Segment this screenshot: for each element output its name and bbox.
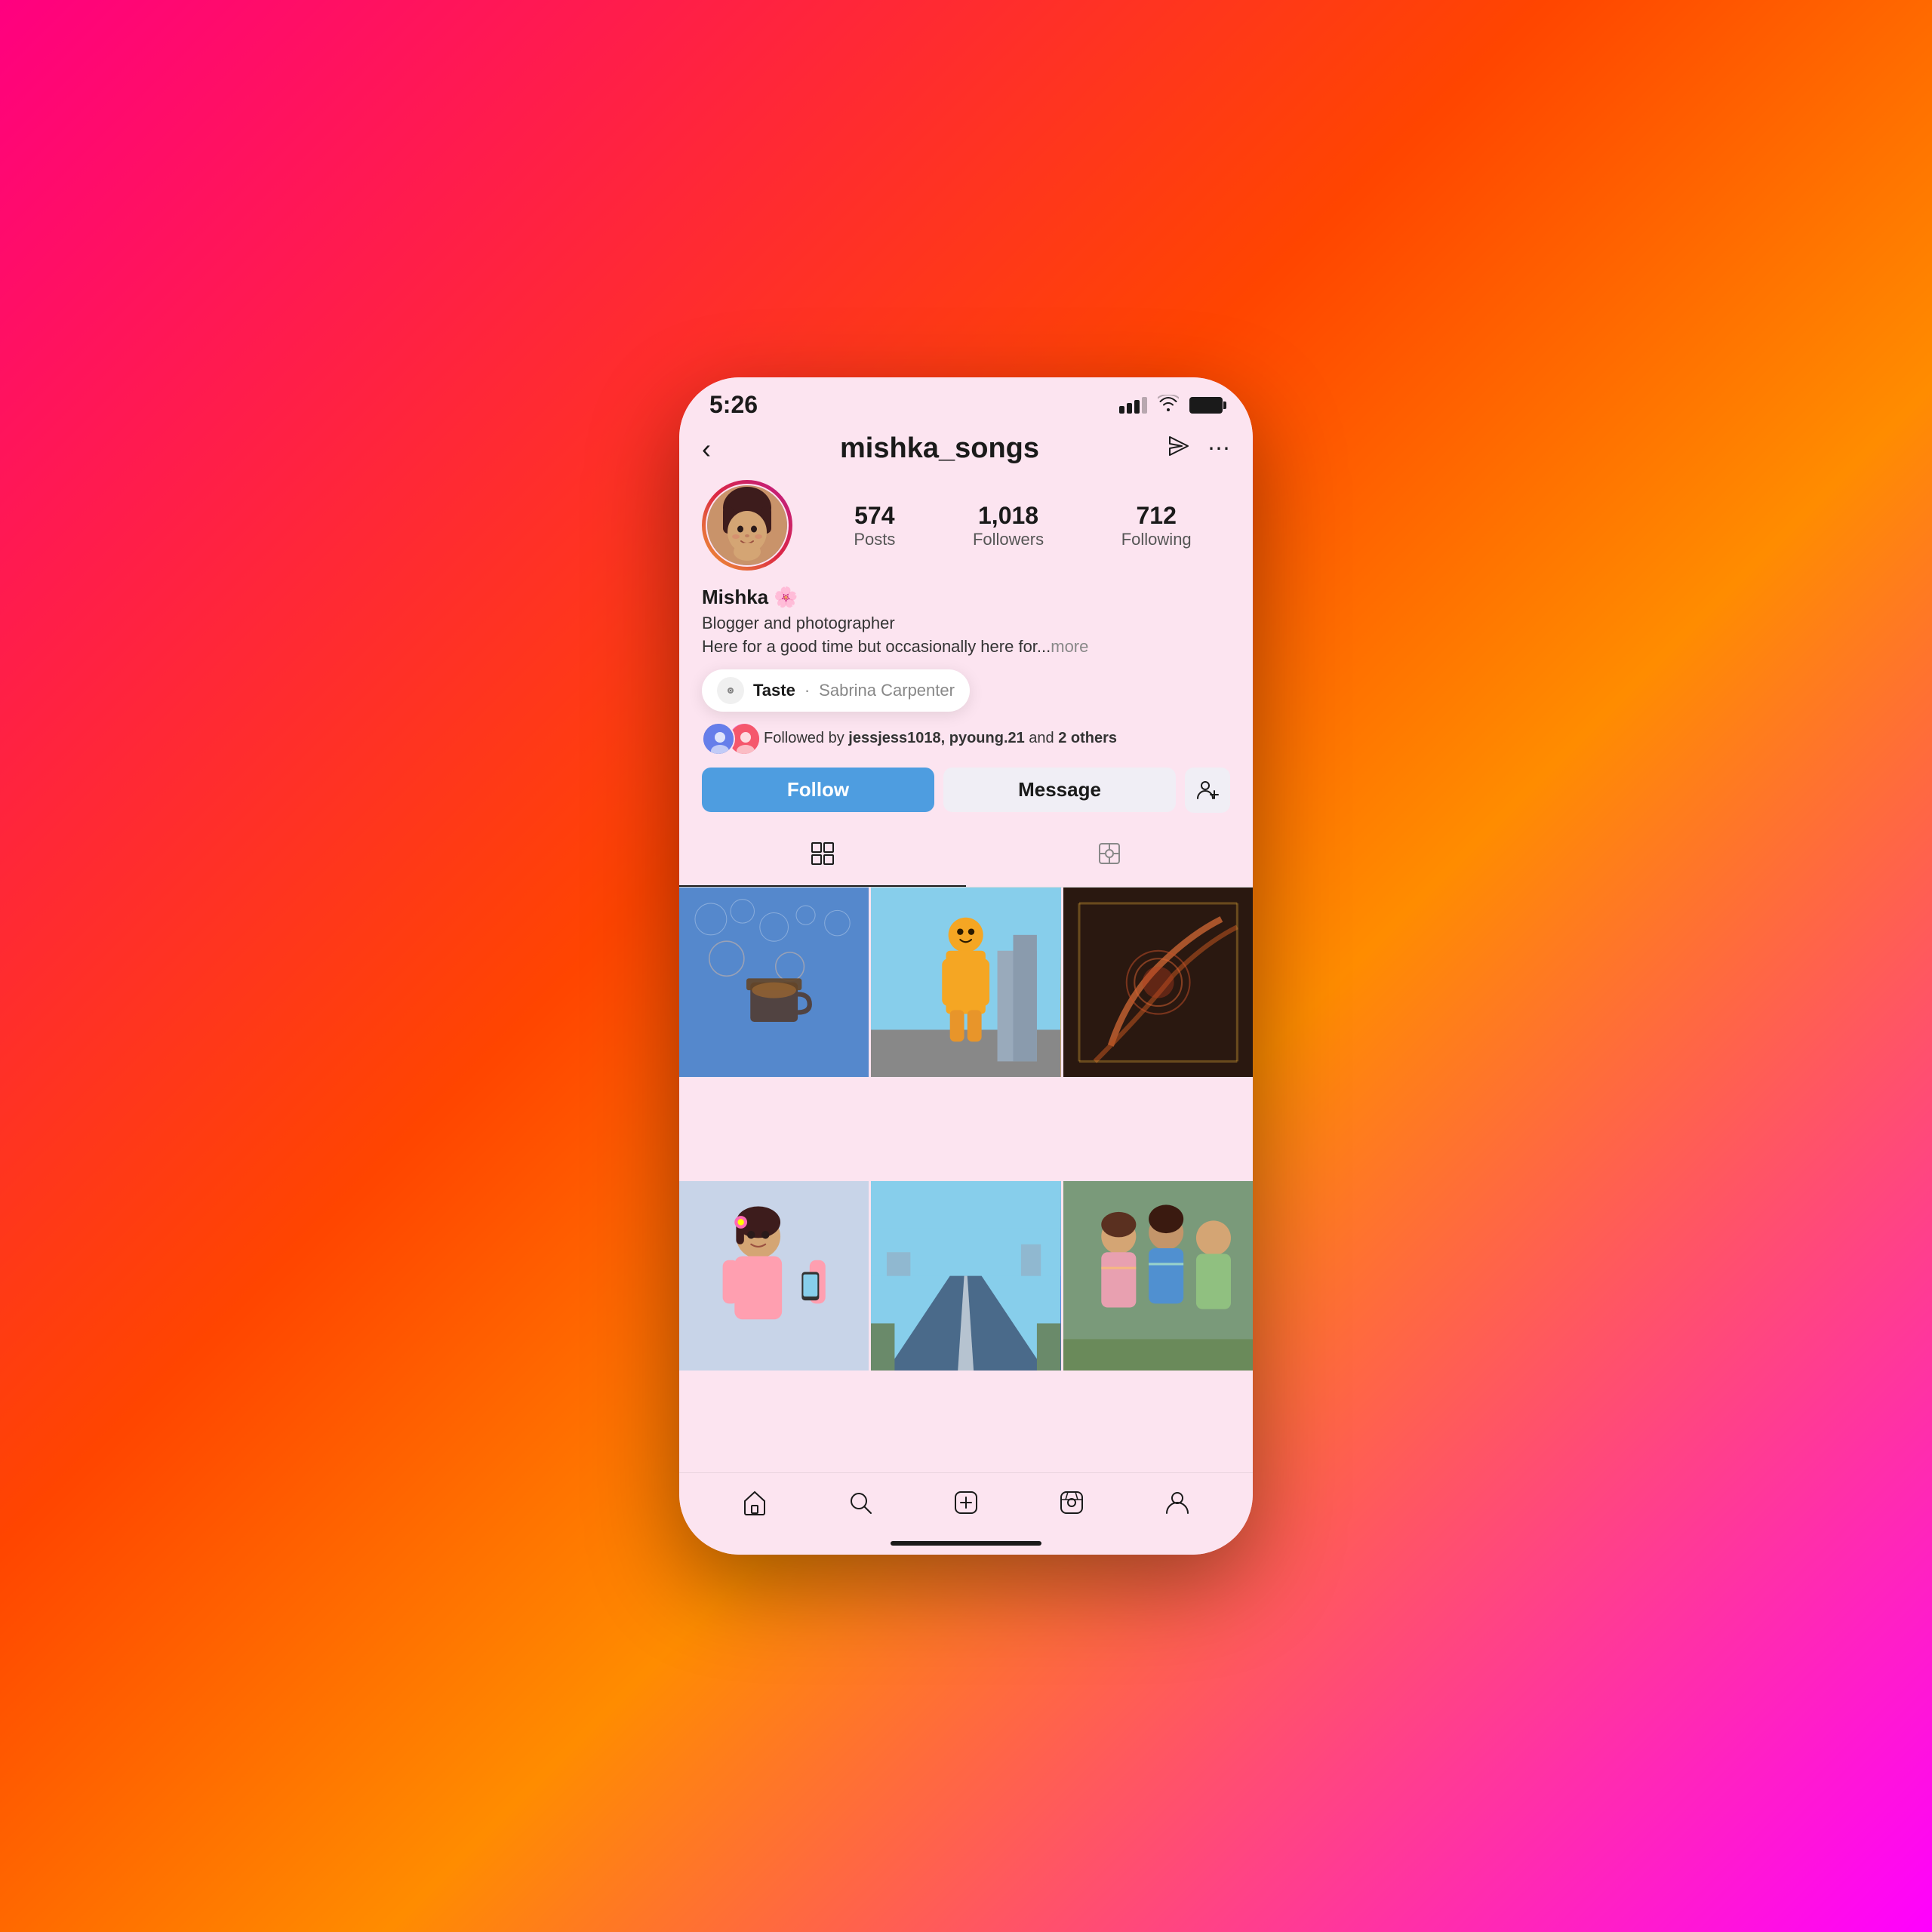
bio-line2: Here for a good time but occasionally he… — [702, 637, 1051, 656]
back-button[interactable]: ‹ — [702, 433, 711, 465]
profile-display-name: Mishka 🌸 — [702, 586, 1230, 609]
reels-icon — [1058, 1489, 1085, 1523]
create-icon — [952, 1489, 980, 1523]
follower-avatar-1 — [702, 722, 735, 755]
following-stat[interactable]: 712 Following — [1121, 502, 1192, 549]
nav-actions: ⋯ — [1168, 435, 1230, 463]
posts-label: Posts — [854, 530, 895, 549]
grid-cell-6[interactable] — [1063, 1181, 1253, 1371]
home-bar — [891, 1541, 1041, 1546]
home-icon — [741, 1489, 768, 1523]
music-track-name: Taste — [753, 681, 795, 700]
tab-grid[interactable] — [679, 828, 966, 887]
music-note-icon — [717, 677, 744, 704]
avatar — [702, 480, 792, 571]
posts-count: 574 — [854, 502, 895, 530]
following-label: Following — [1121, 530, 1192, 549]
stats-row: 574 Posts 1,018 Followers 712 Following — [815, 502, 1230, 549]
bottom-nav — [679, 1472, 1253, 1532]
followed-by-others: 2 others — [1058, 730, 1117, 746]
status-icons — [1119, 395, 1223, 416]
grid-cell-4[interactable] — [679, 1181, 869, 1371]
send-icon[interactable] — [1168, 435, 1189, 463]
follower-avatars — [702, 722, 753, 755]
phone-frame: 5:26 ‹ mishka_songs — [679, 377, 1253, 1555]
home-indicator — [679, 1532, 1253, 1555]
followed-by-text: Followed by jessjess1018, pyoung.21 and … — [764, 730, 1117, 747]
create-nav-item[interactable] — [940, 1487, 992, 1524]
tab-bar — [679, 828, 1253, 888]
followers-label: Followers — [973, 530, 1044, 549]
nav-bar: ‹ mishka_songs ⋯ — [679, 425, 1253, 472]
grid-view-icon — [811, 841, 835, 872]
posts-stat[interactable]: 574 Posts — [854, 502, 895, 549]
profile-top: 574 Posts 1,018 Followers 712 Following — [702, 480, 1230, 571]
bio-line1: Blogger and photographer — [702, 614, 895, 632]
grid-cell-3[interactable] — [1063, 888, 1253, 1077]
music-artist-name: Sabrina Carpenter — [819, 681, 955, 700]
followers-count: 1,018 — [973, 502, 1044, 530]
grid-cell-2[interactable] — [871, 888, 1060, 1077]
search-nav-item[interactable] — [834, 1487, 887, 1524]
followed-by-label: Followed by — [764, 730, 848, 746]
followed-by-section: Followed by jessjess1018, pyoung.21 and … — [679, 722, 1253, 768]
profile-username: mishka_songs — [840, 432, 1039, 465]
wifi-icon — [1158, 395, 1179, 416]
status-time: 5:26 — [709, 391, 758, 419]
photo-grid — [679, 888, 1253, 1472]
profile-nav-icon — [1164, 1489, 1191, 1523]
reels-nav-item[interactable] — [1045, 1487, 1098, 1524]
bio-more-link[interactable]: more — [1051, 637, 1088, 656]
message-button[interactable]: Message — [943, 768, 1176, 812]
battery-icon — [1189, 397, 1223, 414]
action-buttons: Follow Message — [679, 768, 1253, 828]
followed-by-and: and — [1025, 730, 1058, 746]
profile-section: 574 Posts 1,018 Followers 712 Following — [679, 472, 1253, 586]
follow-button[interactable]: Follow — [702, 768, 934, 812]
status-bar: 5:26 — [679, 377, 1253, 425]
followed-by-users: jessjess1018, pyoung.21 — [848, 730, 1024, 746]
tagged-posts-icon — [1097, 841, 1121, 873]
search-icon — [847, 1489, 874, 1523]
signal-icon — [1119, 397, 1147, 414]
grid-cell-5[interactable] — [871, 1181, 1060, 1371]
more-options-icon[interactable]: ⋯ — [1208, 435, 1230, 462]
music-popup[interactable]: Taste · Sabrina Carpenter — [702, 669, 970, 712]
home-nav-item[interactable] — [728, 1487, 781, 1524]
bio-text: Blogger and photographer Here for a good… — [702, 612, 1230, 659]
profile-nav-item[interactable] — [1151, 1487, 1204, 1524]
followers-stat[interactable]: 1,018 Followers — [973, 502, 1044, 549]
tab-tagged[interactable] — [966, 828, 1253, 887]
following-count: 712 — [1121, 502, 1192, 530]
grid-cell-1[interactable] — [679, 888, 869, 1077]
add-person-button[interactable] — [1185, 768, 1230, 813]
bio-section: Mishka 🌸 Blogger and photographer Here f… — [679, 586, 1253, 669]
music-separator: · — [804, 681, 810, 700]
